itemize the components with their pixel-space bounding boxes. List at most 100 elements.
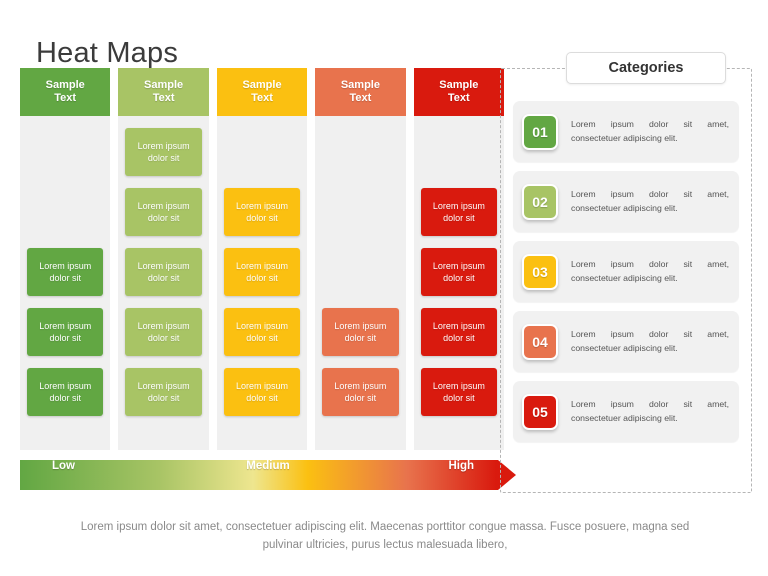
category-badge-03: 03 — [522, 253, 558, 290]
header-line-2: Text — [349, 92, 372, 104]
heatmap-cell-r4-c2[interactable]: Lorem ipsum dolor sit — [125, 308, 202, 356]
cell-text-line-1: Lorem ipsum — [432, 380, 485, 391]
heatmap-column-body-1: Lorem ipsum dolor sit Lorem ipsum dolor sit… — [20, 116, 110, 450]
heatmap-legend-arrow: Low Medium High — [20, 460, 516, 490]
cell-text-line-1: Lorem ipsum — [137, 140, 190, 151]
cell-text-line-2: dolor sit — [443, 393, 475, 403]
cell-text: Lorem ipsum dolor sit — [433, 320, 485, 344]
cell-text-line-2: dolor sit — [49, 273, 81, 283]
cell-text-line-2: dolor sit — [147, 333, 180, 343]
heatmap-cell-r3-c2[interactable]: Lorem ipsum dolor sit — [125, 248, 202, 296]
header-line-1: Sample — [144, 78, 184, 91]
heatmap-column-body-3: Lorem ipsum dolor sit Lorem ipsum dolor sit… — [217, 116, 307, 450]
heatmap-cell-r2-c5[interactable]: Lorem ipsum dolor sit — [420, 188, 498, 236]
heatmap-cell-empty-r1-c5 — [421, 128, 497, 176]
category-item-02[interactable]: 02 Lorem ipsum dolor sit amet, consectetu… — [513, 171, 739, 232]
legend-label-medium: Medium — [246, 460, 290, 472]
cell-text: Lorem ipsum dolor sit — [334, 320, 386, 344]
cell-text-line-2: dolor sit — [246, 273, 278, 283]
category-item-01[interactable]: 01 Lorem ipsum dolor sit amet, consectetu… — [513, 101, 739, 162]
cell-text: Lorem ipsum dolor sit — [236, 260, 288, 284]
heatmap-cell-r5-c4[interactable]: Lorem ipsum dolor sit — [322, 368, 399, 416]
cell-text-line-2: dolor sit — [49, 393, 81, 403]
cell-text: Lorem ipsum dolor sit — [433, 380, 485, 404]
heatmap-cell-r4-c5[interactable]: Lorem ipsum dolor sit — [420, 308, 498, 356]
cell-text-line-1: Lorem ipsum — [334, 380, 387, 391]
header-text: Sample Text — [341, 79, 380, 106]
heatmap-cell-r2-c2[interactable]: Lorem ipsum dolor sit — [125, 188, 202, 236]
heatmap-cell-r4-c1[interactable]: Lorem ipsum dolor sit — [27, 308, 104, 356]
cell-text: Lorem ipsum dolor sit — [39, 380, 91, 404]
cell-text: Lorem ipsum dolor sit — [236, 320, 288, 344]
heatmap-grid: Sample Text Lorem ipsum dolor sit Lorem ipsu… — [20, 68, 505, 450]
category-description-02: Lorem ipsum dolor sit amet, consectetuer… — [571, 189, 729, 213]
header-line-1: Sample — [340, 78, 380, 91]
cell-text-line-1: Lorem ipsum — [137, 380, 190, 391]
cell-text-line-1: Lorem ipsum — [236, 320, 289, 331]
heatmap-column-header-5[interactable]: Sample Text — [413, 68, 505, 116]
cell-text-line-2: dolor sit — [344, 333, 377, 343]
categories-title: Categories — [566, 52, 726, 84]
cell-text-line-2: dolor sit — [443, 273, 475, 283]
cell-text-line-1: Lorem ipsum — [39, 380, 92, 391]
header-line-2: Text — [152, 92, 175, 104]
cell-text: Lorem ipsum dolor sit — [138, 320, 190, 344]
legend-label-high: High — [448, 460, 474, 472]
category-description-01: Lorem ipsum dolor sit amet, consectetuer… — [571, 119, 729, 143]
cell-text: Lorem ipsum dolor sit — [138, 380, 190, 404]
heatmap-cell-r1-c2[interactable]: Lorem ipsum dolor sit — [125, 128, 202, 176]
cell-text-line-2: dolor sit — [246, 393, 278, 403]
cell-text-line-1: Lorem ipsum — [236, 260, 289, 271]
heatmap-cell-empty-r3-c4 — [322, 248, 398, 296]
cell-text-line-2: dolor sit — [344, 393, 377, 403]
category-description-03: Lorem ipsum dolor sit amet, consectetuer… — [571, 259, 729, 283]
cell-text: Lorem ipsum dolor sit — [236, 200, 288, 224]
cell-text-line-1: Lorem ipsum — [236, 380, 289, 391]
heatmap-column-body-5: Lorem ipsum dolor sit Lorem ipsum dolor sit… — [414, 116, 504, 450]
cell-text-line-1: Lorem ipsum — [432, 260, 485, 271]
heatmap-column-3: Sample Text Lorem ipsum dolor sit Lorem ipsu… — [216, 68, 308, 450]
heatmap-column-header-1[interactable]: Sample Text — [20, 68, 111, 116]
cell-text-line-2: dolor sit — [147, 153, 180, 163]
heatmap-cell-r4-c4[interactable]: Lorem ipsum dolor sit — [322, 308, 399, 356]
cell-text-line-2: dolor sit — [49, 333, 81, 343]
heatmap-column-header-4[interactable]: Sample Text — [315, 68, 406, 116]
categories-panel: Categories 01 Lorem ipsum dolor sit amet,… — [500, 52, 752, 493]
heatmap-cell-empty-r1-c4 — [322, 128, 398, 176]
heatmap-column-header-2[interactable]: Sample Text — [118, 68, 209, 116]
cell-text-line-1: Lorem ipsum — [137, 200, 190, 211]
heatmap-cell-r5-c2[interactable]: Lorem ipsum dolor sit — [125, 368, 202, 416]
cell-text: Lorem ipsum dolor sit — [39, 320, 91, 344]
heatmap-column-header-3[interactable]: Sample Text — [216, 68, 308, 116]
heatmap-cell-r3-c3[interactable]: Lorem ipsum dolor sit — [223, 248, 301, 296]
header-text: Sample Text — [46, 79, 85, 106]
cell-text-line-1: Lorem ipsum — [236, 200, 289, 211]
cell-text-line-2: dolor sit — [147, 393, 180, 403]
heatmap-cell-empty-r1-c1 — [27, 128, 103, 176]
category-badge-04: 04 — [522, 323, 558, 360]
category-badge-02: 02 — [522, 183, 558, 220]
footer-caption: Lorem ipsum dolor sit amet, consectetuer… — [80, 521, 690, 552]
category-item-03[interactable]: 03 Lorem ipsum dolor sit amet, consectetu… — [513, 241, 739, 302]
header-line-1: Sample — [242, 78, 282, 91]
header-text: Sample Text — [144, 79, 183, 106]
heatmap-cell-r5-c3[interactable]: Lorem ipsum dolor sit — [223, 368, 301, 416]
heatmap-column-1: Sample Text Lorem ipsum dolor sit Lorem ipsu… — [20, 68, 111, 450]
cell-text-line-2: dolor sit — [443, 333, 475, 343]
cell-text: Lorem ipsum dolor sit — [138, 140, 190, 164]
category-badge-01: 01 — [522, 113, 558, 150]
heatmap-cell-r2-c3[interactable]: Lorem ipsum dolor sit — [223, 188, 301, 236]
cell-text-line-2: dolor sit — [147, 273, 180, 283]
header-text: Sample Text — [439, 79, 478, 106]
heatmap-cell-r3-c1[interactable]: Lorem ipsum dolor sit — [27, 248, 104, 296]
heatmap-cell-r5-c1[interactable]: Lorem ipsum dolor sit — [27, 368, 104, 416]
heatmap-cell-r3-c5[interactable]: Lorem ipsum dolor sit — [420, 248, 498, 296]
heatmap-cell-r5-c5[interactable]: Lorem ipsum dolor sit — [420, 368, 498, 416]
legend-label-low: Low — [52, 460, 75, 472]
heatmap-cell-r4-c3[interactable]: Lorem ipsum dolor sit — [223, 308, 301, 356]
category-item-05[interactable]: 05 Lorem ipsum dolor sit amet, consectetu… — [513, 381, 739, 442]
category-item-04[interactable]: 04 Lorem ipsum dolor sit amet, consectetu… — [513, 311, 739, 372]
heatmap-cell-empty-r2-c4 — [322, 188, 398, 236]
heatmap-cell-empty-r1-c3 — [224, 128, 300, 176]
cell-text-line-1: Lorem ipsum — [39, 260, 92, 271]
